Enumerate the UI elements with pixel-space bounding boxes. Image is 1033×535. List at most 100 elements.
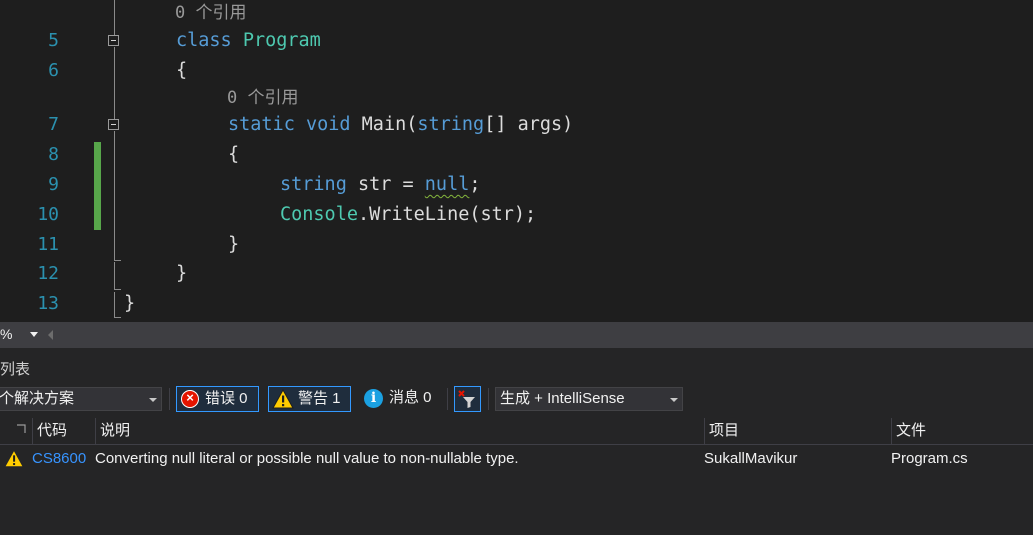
code-token: { — [228, 144, 240, 165]
toolbar-separator — [447, 388, 448, 410]
type-token: Console — [280, 204, 358, 225]
code-line[interactable]: 11 } — [0, 231, 1033, 259]
code-token: } — [228, 234, 240, 255]
zoom-level[interactable]: % — [0, 326, 12, 342]
column-header-file[interactable]: 文件 — [892, 418, 1033, 444]
error-description: Converting null literal or possible null… — [95, 450, 519, 467]
error-file: Program.cs — [891, 450, 968, 467]
line-number: 7 — [48, 114, 59, 135]
error-list-panel: 列表 个解决方案 × 错误 0 警告 1 i 消息 0 生成 + Intelli… — [0, 348, 1033, 535]
sort-corner-icon[interactable] — [16, 424, 26, 434]
errors-label: 错误 0 — [205, 390, 248, 407]
toolbar-separator — [488, 388, 489, 410]
code-content[interactable]: { — [176, 57, 187, 85]
outline-guide — [114, 47, 115, 119]
error-code-link[interactable]: CS8600 — [32, 445, 86, 473]
code-line[interactable]: 7 static void Main(string[] args) — [0, 111, 1033, 139]
codelens-references[interactable]: 0 个引用 — [175, 0, 246, 27]
outline-guide — [114, 317, 121, 318]
code-content[interactable]: Console.WriteLine(str); — [280, 201, 536, 229]
keyword-token: string — [280, 174, 347, 195]
chevron-down-icon — [670, 398, 678, 402]
keyword-token: string — [417, 114, 485, 135]
line-number: 8 — [48, 144, 59, 165]
code-content[interactable]: class Program — [176, 27, 321, 55]
outline-guide — [114, 289, 121, 290]
collapse-icon[interactable] — [108, 35, 119, 46]
code-content[interactable]: string str = null; — [280, 171, 481, 199]
line-number: 12 — [37, 263, 59, 284]
build-intellisense-dropdown[interactable]: 生成 + IntelliSense — [495, 387, 683, 411]
code-line[interactable]: 12 } — [0, 260, 1033, 288]
code-content[interactable]: } — [228, 231, 239, 259]
outline-guide — [114, 292, 115, 318]
code-content[interactable]: { — [228, 141, 239, 169]
code-token: str = — [346, 174, 425, 195]
code-token: [] args) — [484, 114, 574, 135]
code-content[interactable]: } — [124, 290, 135, 318]
scope-dropdown[interactable]: 个解决方案 — [0, 387, 162, 411]
code-token: { — [176, 60, 188, 81]
change-marker — [94, 142, 101, 230]
column-header-project[interactable]: 项目 — [705, 418, 891, 444]
warning-icon — [4, 449, 24, 468]
filter-button[interactable] — [454, 386, 481, 412]
code-token: .WriteLine(str); — [357, 204, 537, 225]
line-number: 13 — [37, 293, 59, 314]
outline-guide — [114, 260, 121, 261]
scope-value: 个解决方案 — [0, 390, 75, 407]
line-number: 5 — [48, 30, 59, 51]
keyword-token: static — [228, 114, 295, 135]
messages-filter-button[interactable]: i 消息 0 — [360, 386, 442, 412]
warning-icon — [272, 389, 294, 409]
code-line[interactable]: 13 } — [0, 290, 1033, 318]
line-number: 6 — [48, 60, 59, 81]
column-header-code[interactable]: 代码 — [33, 418, 95, 444]
table-row[interactable]: CS8600 Converting null literal or possib… — [0, 445, 1033, 473]
code-line[interactable]: 8 { — [0, 141, 1033, 169]
code-line[interactable]: 5 class Program — [0, 27, 1033, 55]
code-editor[interactable]: 0 个引用 5 class Program 6 { 0 个引用 7 static… — [0, 0, 1033, 322]
toolbar-separator — [169, 388, 170, 410]
errors-filter-button[interactable]: × 错误 0 — [176, 386, 259, 412]
column-header-description[interactable]: 说明 — [96, 418, 704, 444]
code-token: Main( — [350, 114, 418, 135]
messages-label: 消息 0 — [389, 389, 432, 406]
chevron-down-icon — [149, 398, 157, 402]
code-line[interactable]: 9 string str = null; — [0, 171, 1033, 199]
outline-guide — [114, 262, 115, 290]
line-number: 10 — [37, 204, 59, 225]
line-number: 11 — [37, 234, 59, 255]
zoom-dropdown-icon[interactable] — [30, 332, 38, 337]
filter-icon — [458, 390, 475, 408]
keyword-token: void — [305, 114, 351, 135]
scroll-left-icon[interactable] — [48, 330, 53, 340]
error-list-toolbar: 个解决方案 × 错误 0 警告 1 i 消息 0 生成 + IntelliSen… — [0, 386, 1033, 414]
line-number: 9 — [48, 174, 59, 195]
outline-guide — [114, 0, 115, 35]
error-list-header: 代码 说明 项目 文件 — [0, 418, 1033, 445]
codelens-references[interactable]: 0 个引用 — [227, 84, 298, 112]
info-icon: i — [364, 389, 383, 408]
code-line[interactable]: 6 { — [0, 57, 1033, 85]
type-token: Program — [242, 30, 321, 51]
panel-title: 列表 — [0, 361, 31, 378]
error-icon: × — [181, 390, 199, 408]
warnings-filter-button[interactable]: 警告 1 — [268, 386, 351, 412]
code-token: } — [124, 293, 136, 314]
code-content[interactable]: static void Main(string[] args) — [228, 111, 573, 139]
error-project: SukallMavikur — [704, 450, 798, 467]
build-filter-value: 生成 + IntelliSense — [500, 390, 625, 407]
collapse-icon[interactable] — [108, 119, 119, 130]
editor-status-bar: % — [0, 322, 1033, 348]
code-line[interactable]: 10 Console.WriteLine(str); — [0, 201, 1033, 229]
outline-guide — [114, 131, 115, 261]
keyword-token: null — [424, 174, 470, 195]
warnings-label: 警告 1 — [298, 390, 341, 407]
keyword-token: class — [176, 30, 232, 51]
code-token: } — [176, 263, 188, 284]
code-token: ; — [469, 174, 481, 195]
code-content[interactable]: } — [176, 260, 187, 288]
